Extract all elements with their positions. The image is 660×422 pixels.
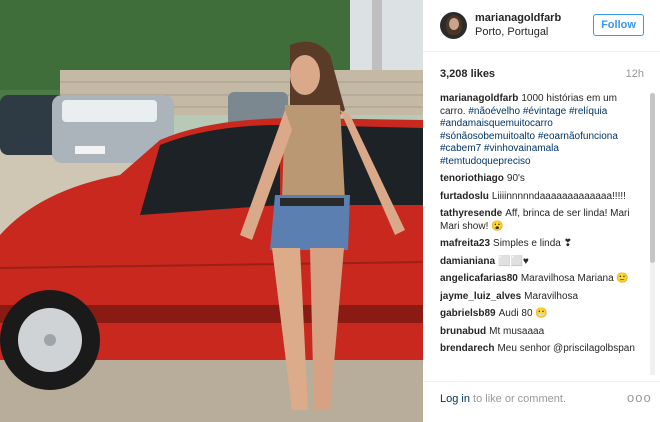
comment-username[interactable]: gabrielsb89	[440, 308, 496, 319]
post-side-panel: marianagoldfarb Porto, Portugal Follow 3…	[423, 0, 660, 422]
likes-count[interactable]: 3,208 likes	[440, 68, 495, 80]
comment-username[interactable]: brendarech	[440, 343, 494, 354]
comment-username[interactable]: furtadoslu	[440, 191, 489, 202]
comment-username[interactable]: tathyresende	[440, 208, 502, 219]
login-prompt-text: to like or comment.	[469, 393, 566, 405]
follow-button[interactable]: Follow	[593, 14, 644, 36]
comment-username[interactable]: angelicafarias80	[440, 273, 518, 284]
photo-illustration	[0, 0, 423, 422]
avatar-face	[449, 18, 459, 30]
username-link[interactable]: marianagoldfarb	[475, 12, 561, 24]
comment-text: Maravilhosa	[524, 290, 579, 302]
comment-text: ⬜⬜♥	[498, 255, 529, 267]
comment-username[interactable]: jayme_luiz_alves	[440, 291, 521, 302]
caption-hashtags[interactable]: #nãoévelho #évintage #relíquia #andamais…	[440, 106, 618, 167]
comments-list[interactable]: marianagoldfarb 1000 histórias em um carr…	[440, 93, 653, 375]
comment-text: Maravilhosa Mariana 🙂	[520, 273, 629, 284]
comment-text: 90's	[506, 173, 525, 184]
comment-item: furtadoslu Liiiinnnnndaaaaaaaaaaaaa!!!!!	[440, 191, 653, 204]
comment-text: Mt musaaaa	[489, 325, 545, 337]
scrollbar-thumb[interactable]	[650, 93, 655, 263]
comment-username[interactable]: brunabud	[440, 326, 486, 337]
login-prompt: Log in to like or comment.	[440, 393, 566, 405]
post-footer: Log in to like or comment. ooo	[423, 381, 660, 422]
comment-text: Simples e linda ❣	[493, 238, 573, 249]
comment-item: gabrielsb89 Audi 80 😬	[440, 308, 653, 321]
post-time[interactable]: 12h	[626, 68, 644, 80]
comment-text: Liiiinnnnndaaaaaaaaaaaaa!!!!!	[491, 190, 626, 202]
comment-username[interactable]: damianiana	[440, 256, 495, 267]
post-photo[interactable]	[0, 0, 423, 422]
avatar[interactable]	[440, 12, 467, 39]
comment-item: brunabud Mt musaaaa	[440, 326, 653, 339]
comment-item: mafreita23 Simples e linda ❣	[440, 238, 653, 251]
comment-item: jayme_luiz_alves Maravilhosa	[440, 291, 653, 304]
comment-item: damianiana ⬜⬜♥	[440, 256, 653, 269]
comment-item: angelicafarias80 Maravilhosa Mariana 🙂	[440, 273, 653, 286]
caption-username[interactable]: marianagoldfarb	[440, 93, 518, 104]
comment-item: tathyresende Aff, brinca de ser linda! Ma…	[440, 208, 653, 233]
comment-item: brendarech Meu senhor @priscilagolbspan	[440, 343, 653, 356]
comment-item: tenoriothiago 90's	[440, 173, 653, 186]
caption: marianagoldfarb 1000 histórias em um carr…	[440, 93, 653, 168]
comment-username[interactable]: tenoriothiago	[440, 173, 504, 184]
comment-text: Audi 80 😬	[498, 308, 548, 319]
comment-username[interactable]: mafreita23	[440, 238, 490, 249]
comments-scrollbar[interactable]	[650, 93, 655, 375]
post-header: marianagoldfarb Porto, Portugal Follow	[423, 0, 660, 52]
likes-row: 3,208 likes 12h	[440, 68, 644, 82]
login-link[interactable]: Log in	[440, 393, 470, 405]
location-link[interactable]: Porto, Portugal	[475, 26, 548, 38]
instagram-post: marianagoldfarb Porto, Portugal Follow 3…	[0, 0, 660, 422]
more-options-icon[interactable]: ooo	[627, 390, 652, 405]
comment-text: Meu senhor @priscilagolbspan	[497, 343, 635, 354]
